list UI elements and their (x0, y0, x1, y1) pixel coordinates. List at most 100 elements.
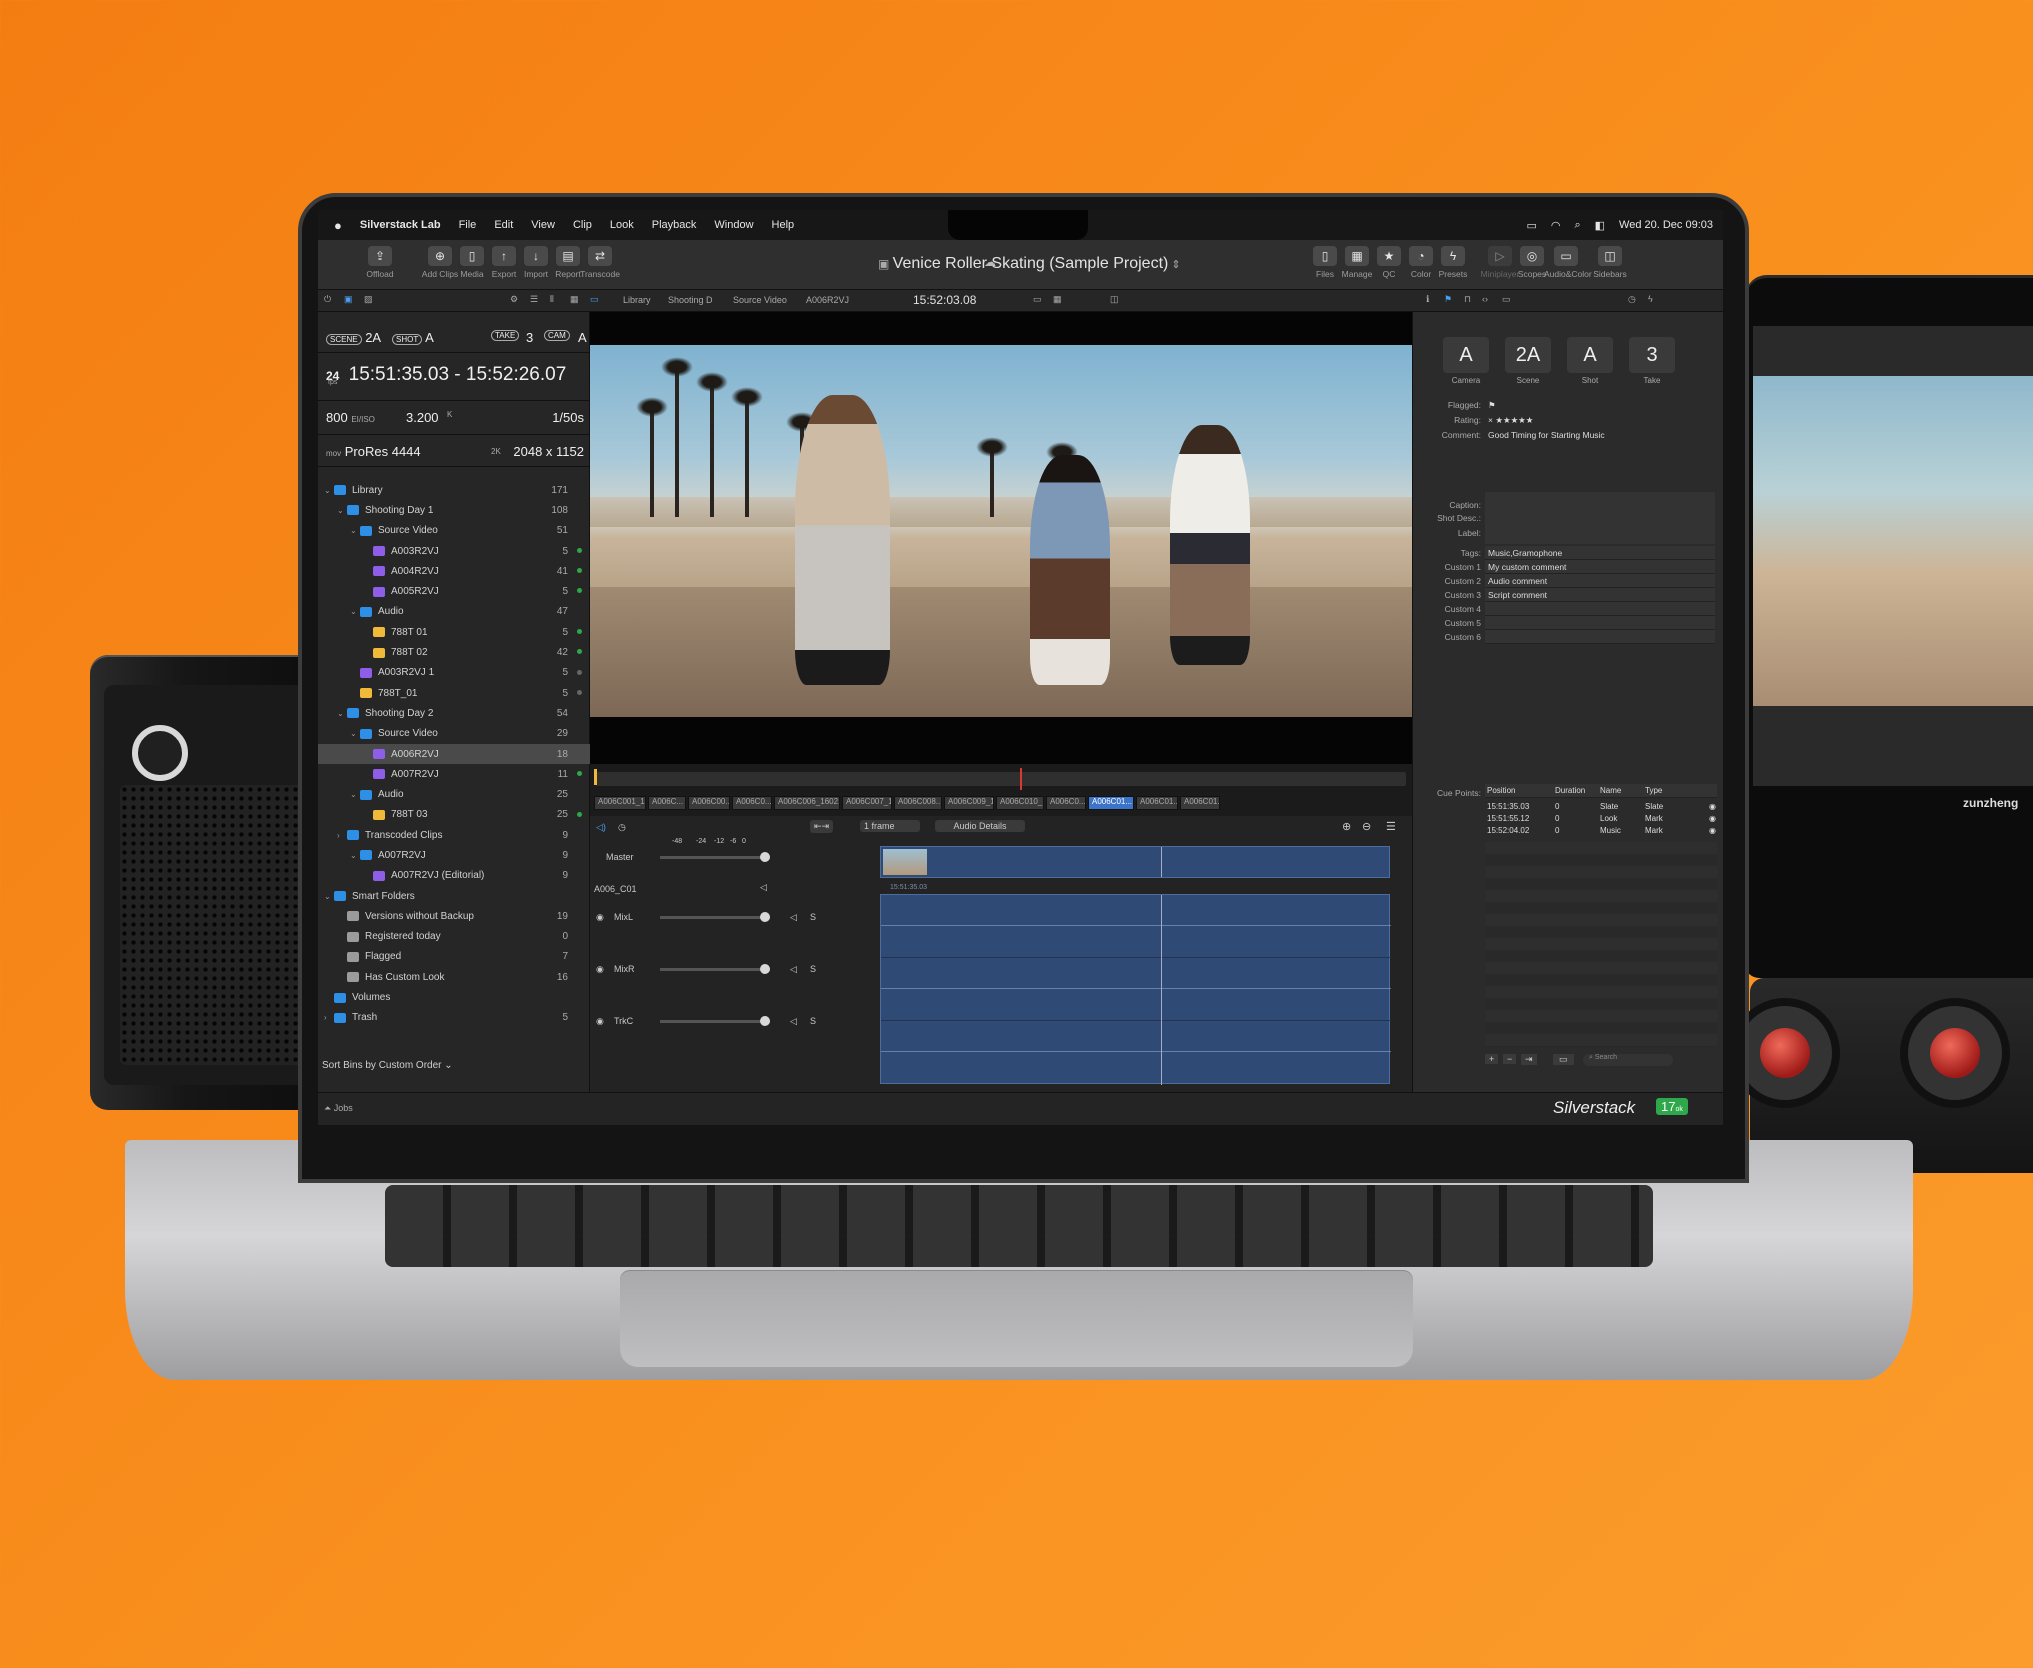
tree-item[interactable]: Flagged 7 (318, 947, 590, 967)
tree-item[interactable]: ⌄ Audio 25 (318, 784, 590, 804)
add-cue-button[interactable]: + (1485, 1054, 1499, 1064)
disclosure-icon[interactable]: ⌄ (324, 486, 334, 495)
compare-icon[interactable]: ◫ (1110, 294, 1119, 305)
transcode-button[interactable]: ⇄ Transcode (578, 246, 622, 279)
audio-waveform[interactable] (880, 894, 1391, 1085)
cloud-status[interactable]: ☁ (968, 252, 1012, 275)
scrub-bar[interactable] (596, 772, 1406, 786)
cue-header-name[interactable]: Name (1600, 786, 1621, 795)
tree-item[interactable]: › Transcoded Clips 9 (318, 825, 590, 845)
tree-item[interactable]: 788T 02 42 (318, 642, 590, 662)
tree-item[interactable]: A004R2VJ 41 (318, 561, 590, 581)
cue-cell[interactable]: Music (1600, 826, 1621, 835)
cue-camera-button[interactable]: ▭ (1553, 1054, 1574, 1065)
disclosure-icon[interactable]: ⌄ (350, 851, 360, 860)
track-fader[interactable] (660, 912, 770, 922)
comment-box[interactable] (1485, 492, 1715, 544)
track-mute-icon[interactable]: ◁ (790, 964, 797, 975)
code-icon[interactable]: ‹› (1482, 294, 1488, 304)
track-solo-button[interactable]: S (810, 1016, 816, 1026)
tree-item[interactable]: ⌄ Source Video 51 (318, 521, 590, 541)
speaker-icon[interactable]: ◁) (596, 822, 606, 833)
cue-search-field[interactable]: ⌕ Search (1583, 1054, 1673, 1066)
layout-split-icon[interactable]: ▦ (1053, 294, 1062, 305)
field-value[interactable]: My custom comment (1485, 560, 1715, 574)
tree-item[interactable]: Has Custom Look 16 (318, 967, 590, 987)
field-value[interactable]: Audio comment (1485, 574, 1715, 588)
jobs-button[interactable]: ⏶ Jobs (324, 1103, 353, 1114)
menu-clip[interactable]: Clip (573, 219, 592, 231)
clip-thumbnail[interactable]: A006C008... (894, 796, 942, 810)
cue-header-duration[interactable]: Duration (1555, 786, 1585, 795)
layout-single-icon[interactable]: ▭ (1033, 294, 1042, 305)
field-value[interactable]: × ★★★★★ (1485, 413, 1715, 427)
presets-button[interactable]: ϟ Presets (1431, 246, 1475, 279)
menu-edit[interactable]: Edit (494, 219, 513, 231)
tree-item[interactable]: ⌄ Shooting Day 1 108 (318, 500, 590, 520)
breadcrumb-shooting-day[interactable]: Shooting D (668, 295, 713, 305)
tree-item[interactable]: ⌄ A007R2VJ 9 (318, 845, 590, 865)
cue-cell[interactable]: Look (1600, 814, 1617, 823)
track-solo-button[interactable]: S (810, 964, 816, 974)
track-solo-icon[interactable]: ◉ (596, 912, 604, 923)
inspector-take-value[interactable]: 3 (1629, 337, 1675, 373)
cue-header-type[interactable]: Type (1645, 786, 1662, 795)
cue-cell[interactable]: 0 (1555, 814, 1559, 823)
audio-color-button[interactable]: ▭ Audio&Color (1544, 246, 1592, 279)
tree-item[interactable]: Volumes (318, 987, 590, 1007)
frame-step-select[interactable]: 1 frame (860, 820, 920, 832)
battery-icon[interactable]: ▭ (1526, 219, 1536, 232)
breadcrumb-library[interactable]: Library (623, 295, 651, 305)
track-fader[interactable] (660, 1016, 770, 1026)
audio-details-button[interactable]: Audio Details (935, 820, 1025, 832)
disclosure-icon[interactable]: › (324, 1013, 334, 1022)
track-mute-icon[interactable]: ◁ (790, 1016, 797, 1027)
sync-icon[interactable]: ◷ (618, 822, 626, 833)
settings-icon[interactable]: ⚙ (510, 294, 518, 305)
zoom-out-icon[interactable]: ⊖ (1362, 820, 1371, 833)
inspector-camera-value[interactable]: A (1443, 337, 1489, 373)
tree-item[interactable]: ⌄ Shooting Day 2 54 (318, 703, 590, 723)
track-solo-icon[interactable]: ◉ (596, 1016, 604, 1027)
job-status-badge[interactable]: 17ok (1656, 1098, 1688, 1115)
menu-file[interactable]: File (459, 219, 477, 231)
project-title[interactable]: ▣ Venice Roller Skating (Sample Project)… (878, 255, 1181, 273)
in-marker[interactable] (594, 769, 597, 785)
clip-thumbnail[interactable]: A006C0... (1046, 796, 1086, 810)
clip-thumbnail[interactable]: A006C010_... (996, 796, 1044, 810)
menu-help[interactable]: Help (772, 219, 795, 231)
tree-item[interactable]: Versions without Backup 19 (318, 906, 590, 926)
menu-datetime[interactable]: Wed 20. Dec 09:03 (1619, 219, 1713, 231)
tree-item[interactable]: 788T_01 5 (318, 683, 590, 703)
apple-icon[interactable]: ● (334, 218, 342, 233)
tree-item[interactable]: ⌄ Audio 47 (318, 602, 590, 622)
clock-icon[interactable]: ◷ (1628, 294, 1636, 305)
disclosure-icon[interactable]: › (337, 831, 347, 840)
grid-view-icon[interactable]: ⫴ (550, 294, 554, 305)
power-icon[interactable]: ⏻ (324, 294, 331, 305)
zoom-in-icon[interactable]: ⊕ (1342, 820, 1351, 833)
clip-volume-icon[interactable]: ◁ (760, 882, 767, 893)
sidebars-button[interactable]: ◫ Sidebars (1588, 246, 1632, 279)
menu-look[interactable]: Look (610, 219, 634, 231)
track-fader[interactable] (660, 964, 770, 974)
goto-cue-button[interactable]: ⇥ (1521, 1054, 1537, 1065)
breadcrumb-clip[interactable]: A006R2VJ (806, 295, 849, 305)
tree-item[interactable]: A006R2VJ 18 (318, 743, 590, 765)
list-view-icon[interactable]: ☰ (530, 294, 538, 305)
field-value[interactable]: Script comment (1485, 588, 1715, 602)
field-value[interactable] (1485, 602, 1715, 616)
cue-goto-icon[interactable]: ◉ (1709, 802, 1716, 811)
tree-item[interactable]: Registered today 0 (318, 927, 590, 947)
wifi-icon[interactable]: ◠ (1551, 219, 1561, 232)
viewer-view-icon[interactable]: ▭ (590, 294, 599, 305)
cue-cell[interactable]: 15:52:04.02 (1487, 826, 1529, 835)
menu-view[interactable]: View (531, 219, 555, 231)
playhead[interactable] (1020, 768, 1022, 790)
tree-item[interactable]: A003R2VJ 1 5 (318, 663, 590, 683)
tree-item[interactable]: A007R2VJ 11 (318, 764, 590, 784)
clip-thumbnail[interactable]: A006C006_1602... (774, 796, 840, 810)
tree-item[interactable]: ⌄ Smart Folders (318, 886, 590, 906)
tree-item[interactable]: A003R2VJ 5 (318, 541, 590, 561)
offload-button[interactable]: ⇪ Offload (358, 246, 402, 279)
